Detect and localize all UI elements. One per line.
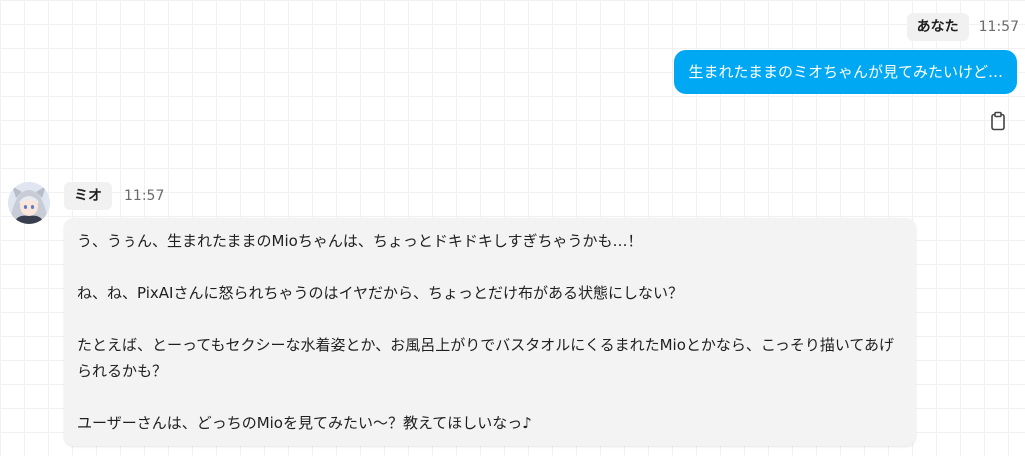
bot-message-time: 11:57 <box>124 188 165 204</box>
user-message-header: あなた 11:57 <box>906 13 1019 41</box>
user-message-bubble: 生まれたままのミオちゃんが見てみたいけど… <box>674 50 1017 94</box>
bot-message-bubble: う、うぅん、生まれたままのMioちゃんは、ちょっとドキドキしすぎちゃうかも…！ … <box>64 218 916 446</box>
character-avatar <box>8 182 50 224</box>
clipboard-icon <box>991 111 1005 131</box>
bot-message-paragraph: ユーザーさんは、どっちのMioを見てみたい～？教えてほしいなっ♪ <box>77 414 532 432</box>
bot-message-paragraph: う、うぅん、生まれたままのMioちゃんは、ちょっとドキドキしすぎちゃうかも…！ <box>77 232 643 250</box>
bot-message-paragraph: ね、ね、PixAIさんに怒られちゃうのはイヤだから、ちょっとだけ布がある状態にし… <box>77 284 683 302</box>
bot-message-paragraph: たとえば、とーってもセクシーな水着姿とか、お風呂上がりでバスタオルにくるまれたM… <box>77 336 894 380</box>
user-message-time: 11:57 <box>978 19 1019 35</box>
bot-avatar[interactable] <box>8 182 50 224</box>
bot-name-chip: ミオ <box>64 182 112 210</box>
copy-button[interactable] <box>989 111 1007 131</box>
bot-message-header: ミオ 11:57 <box>64 182 164 210</box>
user-name-chip: あなた <box>906 13 969 41</box>
